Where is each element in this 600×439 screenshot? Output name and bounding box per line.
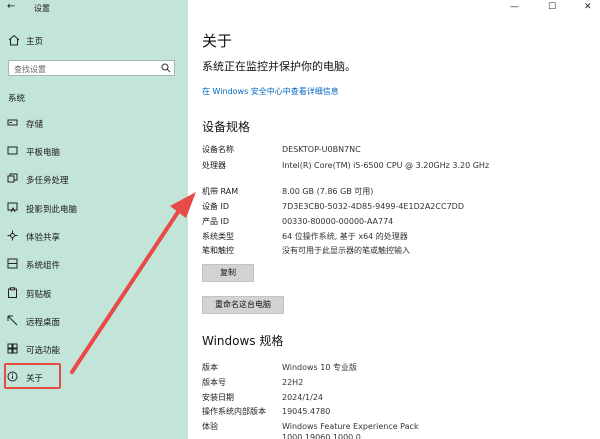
sidebar-item-storage[interactable]: 存储	[0, 113, 188, 133]
spec-key: 体验	[202, 422, 218, 431]
sidebar-item-label: 系统组件	[26, 261, 61, 271]
protection-status: 系统正在监控并保护你的电脑。	[202, 60, 356, 73]
sidebar-item-label: 存储	[26, 120, 44, 130]
window-title: 设置	[34, 4, 50, 13]
sidebar-item-label: 远程桌面	[26, 318, 61, 328]
search-icon[interactable]	[161, 63, 171, 73]
spec-value: DESKTOP-U0BN7NC	[282, 145, 361, 154]
sidebar-item-system-components[interactable]: 系统组件	[0, 254, 188, 274]
spec-key: 产品 ID	[202, 217, 230, 226]
sidebar-item-label: 投影到此电脑	[26, 205, 78, 215]
spec-key: 设备名称	[202, 145, 234, 154]
spec-value: Intel(R) Core(TM) i5-6500 CPU @ 3.20GHz …	[282, 161, 490, 170]
sidebar-item-home[interactable]: 主页	[0, 30, 188, 52]
search-input[interactable]: 查找设置	[8, 60, 175, 76]
sidebar-item-label: 平板电脑	[26, 148, 61, 158]
tablet-icon	[7, 146, 18, 155]
system-components-icon	[7, 258, 18, 269]
clipboard-icon	[8, 287, 17, 298]
back-arrow-icon[interactable]: ←	[7, 1, 15, 12]
window-controls: — ☐ ✕	[510, 0, 600, 16]
spec-value: 7D3E3CB0-5032-4D85-9499-4E1D2A2CC7DD	[282, 202, 464, 211]
spec-value: 19045.4780	[282, 407, 331, 416]
page-title: 关于	[202, 32, 233, 50]
search-placeholder: 查找设置	[14, 65, 46, 74]
spec-value: 22H2	[282, 378, 304, 387]
remote-desktop-icon	[7, 315, 18, 326]
sidebar-item-projecting[interactable]: 投影到此电脑	[0, 198, 188, 218]
device-specs-title: 设备规格	[202, 120, 251, 134]
sidebar-item-optional-features[interactable]: 可选功能	[0, 339, 188, 359]
spec-value: 64 位操作系统, 基于 x64 的处理器	[282, 232, 408, 241]
optional-features-icon	[7, 343, 18, 354]
copy-button[interactable]: 复制	[202, 264, 254, 282]
spec-key: 操作系统内部版本	[202, 407, 266, 416]
spec-value: 2024/1/24	[282, 393, 324, 402]
sidebar-section-system: 系统	[8, 94, 26, 104]
sidebar-item-label: 剪贴板	[26, 290, 52, 300]
sidebar-item-label: 可选功能	[26, 346, 61, 356]
storage-icon	[7, 119, 18, 126]
minimize-icon[interactable]: —	[510, 2, 519, 12]
sidebar-item-label: 主页	[26, 37, 44, 47]
titlebar: ← 设置	[0, 0, 188, 16]
projecting-icon	[7, 202, 18, 213]
spec-key: 版本号	[202, 378, 226, 387]
spec-value: Windows 10 专业版	[282, 363, 357, 372]
spec-value: 8.00 GB (7.86 GB 可用)	[282, 187, 374, 196]
security-center-link[interactable]: 在 Windows 安全中心中查看详细信息	[202, 86, 339, 97]
sidebar: ← 设置 主页 查找设置 系统 存储 平板电脑 多任务处理 投影到此电脑 体验共…	[0, 0, 188, 439]
spec-key: 系统类型	[202, 232, 234, 241]
spec-key: 机带 RAM	[202, 187, 239, 196]
multitasking-icon	[7, 173, 18, 183]
spec-key: 版本	[202, 363, 218, 372]
close-icon[interactable]: ✕	[584, 2, 592, 12]
sidebar-item-clipboard[interactable]: 剪贴板	[0, 283, 188, 303]
spec-value: Windows Feature Experience Pack 1000.190…	[282, 422, 419, 439]
rename-pc-button[interactable]: 重命名这台电脑	[202, 296, 284, 314]
about-highlight-box	[4, 363, 61, 389]
sidebar-item-tablet[interactable]: 平板电脑	[0, 141, 188, 161]
spec-key: 设备 ID	[202, 202, 230, 211]
shared-experiences-icon	[7, 230, 18, 241]
windows-specs-title: Windows 规格	[202, 334, 284, 348]
spec-value: 没有可用于此显示器的笔或触控输入	[282, 246, 410, 255]
spec-key: 安装日期	[202, 393, 234, 402]
main-content: — ☐ ✕ 关于 系统正在监控并保护你的电脑。 在 Windows 安全中心中查…	[188, 0, 600, 439]
sidebar-item-shared-experiences[interactable]: 体验共享	[0, 226, 188, 246]
spec-key: 笔和触控	[202, 246, 234, 255]
sidebar-item-remote-desktop[interactable]: 远程桌面	[0, 311, 188, 331]
sidebar-item-multitasking[interactable]: 多任务处理	[0, 169, 188, 189]
home-icon	[8, 34, 20, 46]
sidebar-item-label: 多任务处理	[26, 176, 69, 186]
spec-key: 处理器	[202, 161, 226, 170]
spec-value: 00330-80000-00000-AA774	[282, 217, 394, 226]
sidebar-item-label: 体验共享	[26, 233, 61, 243]
maximize-icon[interactable]: ☐	[548, 2, 556, 12]
